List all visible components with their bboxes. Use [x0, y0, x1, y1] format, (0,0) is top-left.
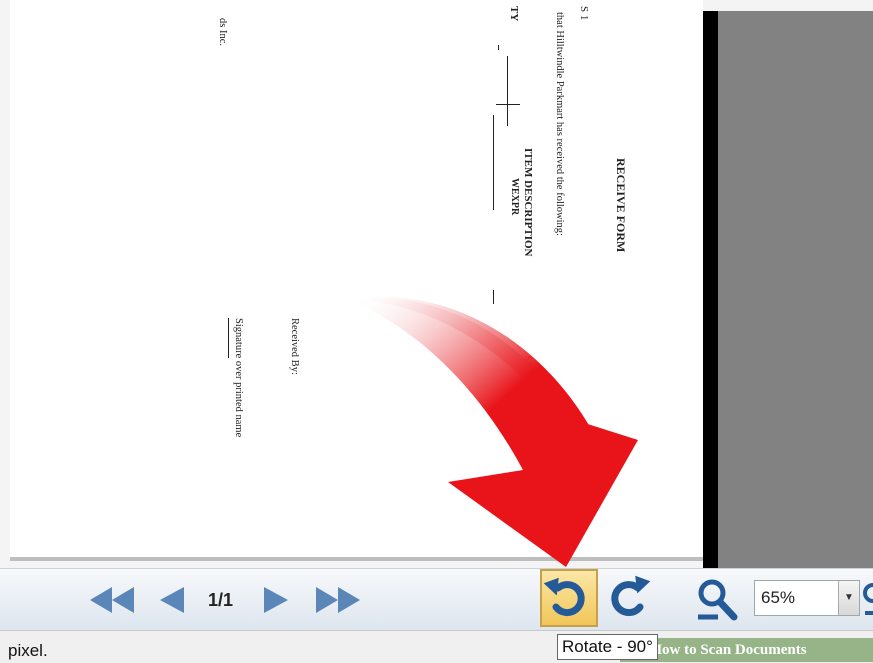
document-viewer[interactable]: RECEIVE FORM S 1 that Hilltwindle Parkma…	[0, 0, 873, 568]
doc-rule	[496, 104, 520, 105]
doc-received-by: Received By:	[289, 318, 300, 375]
previous-page-icon[interactable]	[156, 585, 186, 615]
wikihow-watermark: wikiHow to Scan Documents	[620, 638, 873, 662]
watermark-text: How to Scan Documents	[650, 642, 807, 658]
status-text: pixel.	[8, 641, 48, 660]
doc-signature-line: Signature over printed name	[233, 318, 244, 438]
doc-left-mark: TY	[508, 6, 520, 22]
document-edge-shadow	[703, 11, 718, 568]
rotate-left-button[interactable]	[540, 569, 598, 627]
document-page-border	[10, 557, 703, 561]
doc-rule	[493, 290, 494, 304]
doc-title: RECEIVE FORM	[614, 158, 628, 253]
doc-rule	[493, 115, 494, 210]
chevron-down-icon[interactable]: ▼	[838, 581, 859, 615]
next-page-icon[interactable]	[262, 585, 292, 615]
first-page-icon[interactable]	[88, 585, 138, 615]
doc-rule	[507, 56, 508, 126]
zoom-level-select[interactable]: 65% ▼	[754, 580, 860, 616]
doc-edge-text: ds Inc.	[217, 18, 228, 46]
rotate-clockwise-icon[interactable]	[602, 572, 652, 624]
viewer-background	[718, 11, 873, 568]
doc-rule	[498, 45, 499, 50]
zoom-in-icon[interactable]	[862, 583, 873, 619]
rotate-tooltip: Rotate - 90°	[557, 634, 658, 660]
viewer-toolbar: 1/1 65% ▼	[0, 568, 873, 631]
doc-column-header-2: SERIAL NO	[522, 355, 534, 415]
page-indicator: 1/1	[208, 590, 234, 610]
scanned-document-page: RECEIVE FORM S 1 that Hilltwindle Parkma…	[10, 0, 703, 561]
doc-column-sub-1: WEXPR	[509, 178, 520, 216]
doc-intro-line: that Hilltwindle Parkmart has received t…	[554, 12, 565, 236]
doc-rule	[228, 318, 229, 358]
doc-column-header-1: ITEM DESCRIPTION	[522, 148, 534, 257]
rotate-counterclockwise-icon	[543, 577, 585, 617]
zoom-level-value: 65%	[761, 588, 796, 607]
last-page-icon[interactable]	[312, 585, 362, 615]
zoom-out-icon[interactable]	[690, 575, 742, 627]
doc-top-corner: S 1	[578, 6, 590, 21]
